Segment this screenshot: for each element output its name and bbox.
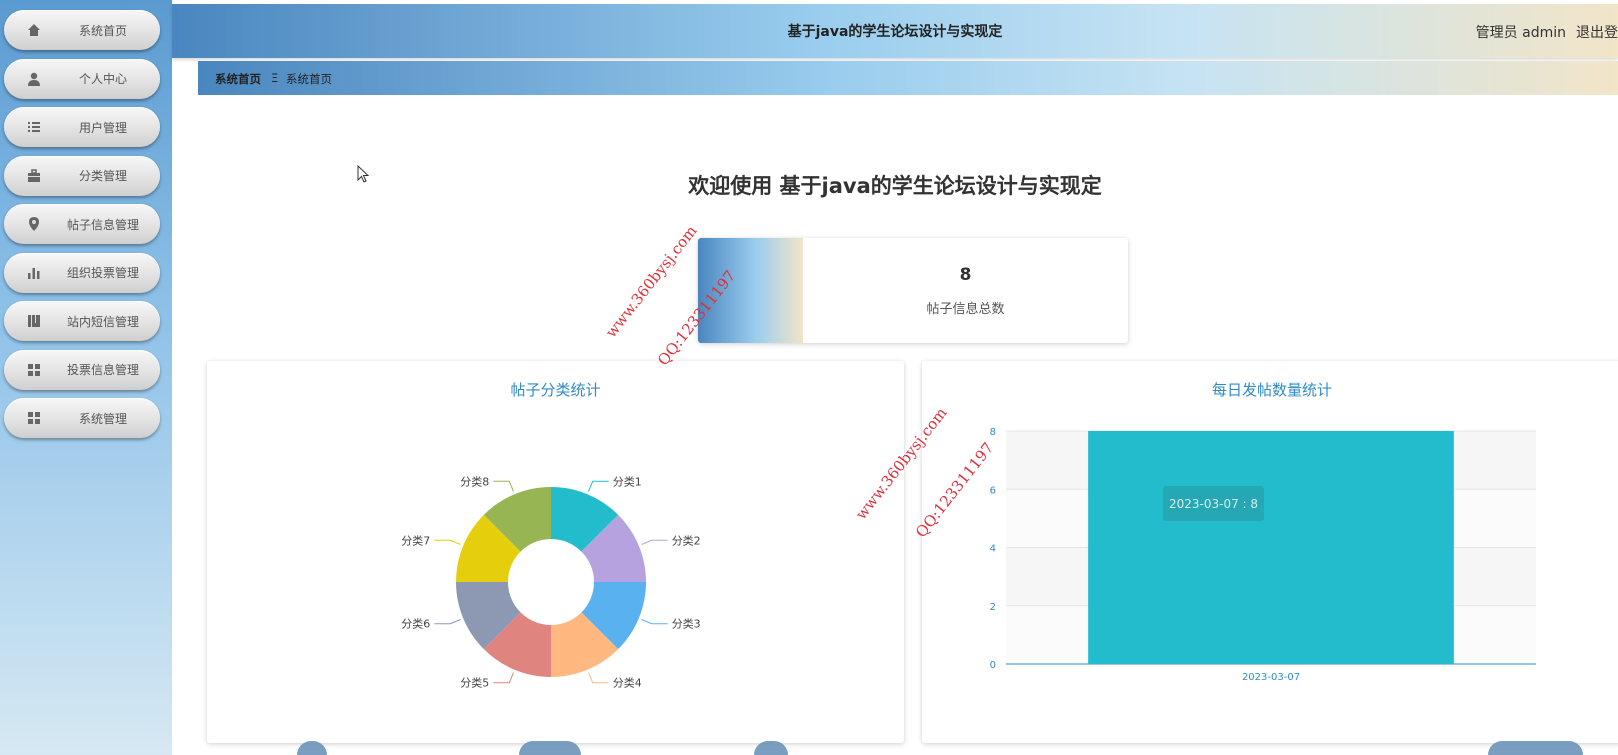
breadcrumb-current: 系统首页 bbox=[286, 72, 332, 86]
sidebar-item-1[interactable]: 系统首页 bbox=[4, 10, 160, 50]
header-bar: 基于java的学生论坛设计与实现定 管理员 admin 退出登 bbox=[172, 4, 1618, 58]
pie-chart-panel: 帖子分类统计 分类1 分类2 分类3 分类4 分类5 分类6 分类7 分类8 bbox=[207, 361, 904, 743]
pie-label-line bbox=[434, 539, 461, 545]
pin-icon bbox=[29, 217, 39, 231]
sidebar-item-label: 系统管理 bbox=[78, 411, 127, 426]
sidebar: 系统首页个人中心用户管理分类管理帖子信息管理 组织投票管理 站内短信管理 投票信息管理… bbox=[0, 0, 172, 755]
welcome-title: 欢迎使用 基于java的学生论坛设计与实现定 bbox=[688, 174, 1102, 198]
decor-flower bbox=[519, 741, 581, 755]
sidebar-item-label: 个人中心 bbox=[78, 72, 127, 86]
current-user: 管理员 admin bbox=[1475, 25, 1566, 41]
sidebar-item-4[interactable]: 分类管理 bbox=[4, 155, 160, 196]
tooltip-text: 2023-03-07 : 8 bbox=[1169, 497, 1258, 511]
bar[interactable] bbox=[1088, 431, 1454, 664]
pie-label: 分类3 bbox=[672, 617, 701, 631]
sidebar-item-8[interactable]: 投票信息管理 bbox=[4, 349, 160, 390]
sidebar-item-label: 分类管理 bbox=[78, 169, 127, 183]
chart-tooltip: 2023-03-07 : 8 bbox=[1163, 486, 1264, 521]
pie-label: 分类2 bbox=[672, 533, 701, 547]
pie-label-line bbox=[493, 480, 514, 492]
sidebar-item-2[interactable]: 个人中心 bbox=[4, 58, 160, 99]
pie-chart: 分类1 分类2 分类3 分类4 分类5 分类6 分类7 分类8 bbox=[401, 474, 701, 690]
sidebar-item-label: 组织投票管理 bbox=[66, 266, 139, 280]
stat-value: 8 bbox=[959, 265, 972, 285]
x-tick-label: 2023-03-07 bbox=[1242, 672, 1300, 683]
grid-icon bbox=[28, 363, 40, 376]
stat-card-posts: 8 帖子信息总数 bbox=[698, 238, 1128, 343]
pie-label: 分类6 bbox=[401, 617, 430, 631]
sidebar-item-3[interactable]: 用户管理 bbox=[4, 107, 160, 147]
list-icon bbox=[28, 122, 40, 132]
bar-chart-icon bbox=[28, 267, 40, 279]
decor-flower bbox=[754, 741, 788, 755]
book-icon bbox=[28, 315, 40, 327]
y-tick-label: 4 bbox=[990, 544, 996, 555]
breadcrumb-separator: Ξ bbox=[271, 71, 279, 85]
y-tick-label: 6 bbox=[990, 485, 996, 496]
pie-label-line bbox=[641, 539, 668, 545]
sidebar-item-label: 投票信息管理 bbox=[66, 363, 139, 377]
pie-label-line bbox=[493, 672, 514, 684]
decor-flower bbox=[297, 741, 327, 755]
bar-chart-panel: 每日发帖数量统计 0 2 4 6 8 2023-03-07 2023-03-07 : 8 bbox=[922, 361, 1618, 743]
pie-label: 分类1 bbox=[613, 474, 642, 488]
sidebar-item-5[interactable]: 帖子信息管理 bbox=[4, 204, 160, 244]
user-icon bbox=[28, 72, 40, 86]
header-user-area: 管理员 admin 退出登 bbox=[1476, 22, 1618, 42]
pie-label: 分类5 bbox=[460, 676, 489, 690]
sidebar-menu: 系统首页个人中心用户管理分类管理帖子信息管理 组织投票管理 站内短信管理 投票信息管理… bbox=[4, 10, 160, 447]
briefcase-icon bbox=[28, 168, 40, 182]
y-tick-label: 2 bbox=[990, 602, 996, 613]
pie-label-line bbox=[588, 480, 609, 492]
breadcrumb: 系统首页 Ξ 系统首页 bbox=[198, 61, 1618, 95]
home-icon bbox=[28, 24, 40, 36]
stat-label: 帖子信息总数 bbox=[926, 302, 1005, 317]
bar-chart: 0 2 4 6 8 2023-03-07 2023-03-07 : 8 bbox=[990, 427, 1536, 683]
sidebar-item-label: 系统首页 bbox=[78, 23, 127, 38]
sidebar-item-label: 用户管理 bbox=[78, 120, 127, 135]
sidebar-item-7[interactable]: 站内短信管理 bbox=[4, 301, 160, 341]
pie-label-line bbox=[588, 672, 609, 684]
pie-label: 分类4 bbox=[613, 676, 642, 690]
pie-label: 分类7 bbox=[401, 533, 430, 547]
decor-flower bbox=[1488, 741, 1583, 755]
pie-label-line bbox=[434, 619, 461, 625]
pie-label-line bbox=[641, 619, 668, 625]
app-title: 基于java的学生论坛设计与实现定 bbox=[787, 24, 1003, 40]
breadcrumb-root[interactable]: 系统首页 bbox=[215, 71, 261, 87]
sidebar-item-9[interactable]: 系统管理 bbox=[4, 398, 160, 438]
grid-icon bbox=[28, 412, 40, 424]
pie-label: 分类8 bbox=[460, 474, 489, 488]
sidebar-item-label: 帖子信息管理 bbox=[66, 217, 139, 232]
y-tick-label: 8 bbox=[990, 427, 996, 438]
y-tick-label: 0 bbox=[990, 660, 996, 671]
sidebar-item-6[interactable]: 组织投票管理 bbox=[4, 252, 160, 293]
logout-link[interactable]: 退出登 bbox=[1576, 25, 1618, 41]
sidebar-item-label: 站内短信管理 bbox=[66, 314, 139, 329]
